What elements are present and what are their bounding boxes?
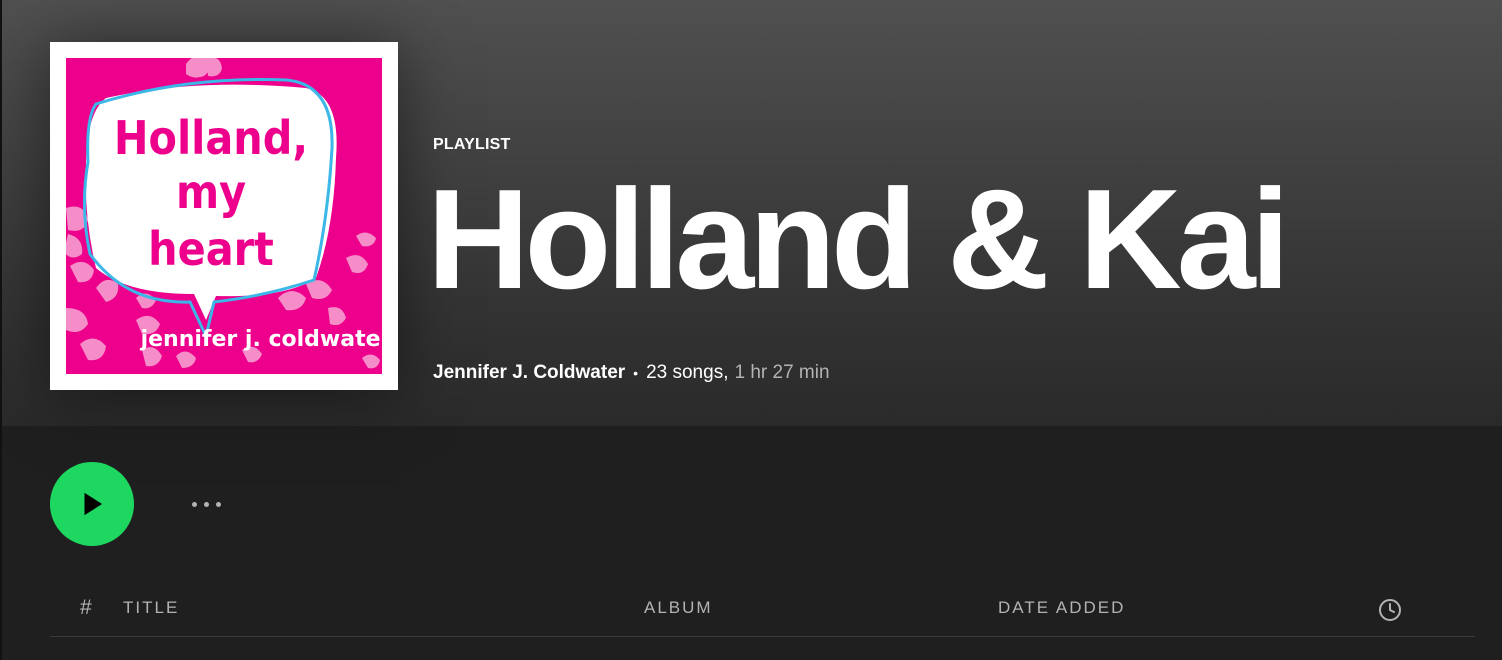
- cover-artwork: Holland, my heart jennifer j. coldwater: [66, 58, 382, 374]
- playlist-type-label: PLAYLIST: [433, 136, 511, 153]
- cover-title-line-1: Holland,: [114, 111, 308, 165]
- byline-separator: •: [633, 365, 639, 381]
- more-options-icon: [191, 501, 197, 507]
- playlist-duration: 1 hr 27 min: [734, 362, 830, 383]
- playlist-owner-link[interactable]: Jennifer J. Coldwater: [433, 362, 625, 384]
- playlist-byline: Jennifer J. Coldwater • 23 songs, 1 hr 2…: [433, 362, 830, 384]
- tracklist-header: # TITLE ALBUM DATE ADDED: [50, 590, 1475, 637]
- cover-author: jennifer j. coldwater: [140, 327, 382, 352]
- playlist-page: Holland, my heart jennifer j. coldwater …: [0, 0, 1502, 660]
- cover-title-line-2: my: [176, 165, 246, 219]
- column-duration[interactable]: [1378, 598, 1402, 627]
- playlist-title[interactable]: Holland & Kai: [427, 160, 1290, 320]
- column-title[interactable]: TITLE: [123, 598, 179, 618]
- cover-title-line-3: heart: [148, 222, 274, 276]
- play-button[interactable]: [50, 462, 134, 546]
- clock-icon: [1379, 599, 1401, 621]
- sidebar-edge: [0, 0, 2, 660]
- action-bar: [50, 462, 650, 546]
- song-count: 23 songs,: [646, 362, 729, 383]
- column-album[interactable]: ALBUM: [644, 598, 713, 618]
- more-options-icon-dot: [215, 501, 221, 507]
- more-options-icon-dot: [203, 501, 209, 507]
- column-number: #: [80, 596, 92, 619]
- more-options-button[interactable]: [182, 492, 230, 516]
- column-date-added[interactable]: DATE ADDED: [998, 598, 1125, 618]
- playlist-cover-image[interactable]: Holland, my heart jennifer j. coldwater: [50, 42, 398, 390]
- play-icon: [84, 492, 102, 516]
